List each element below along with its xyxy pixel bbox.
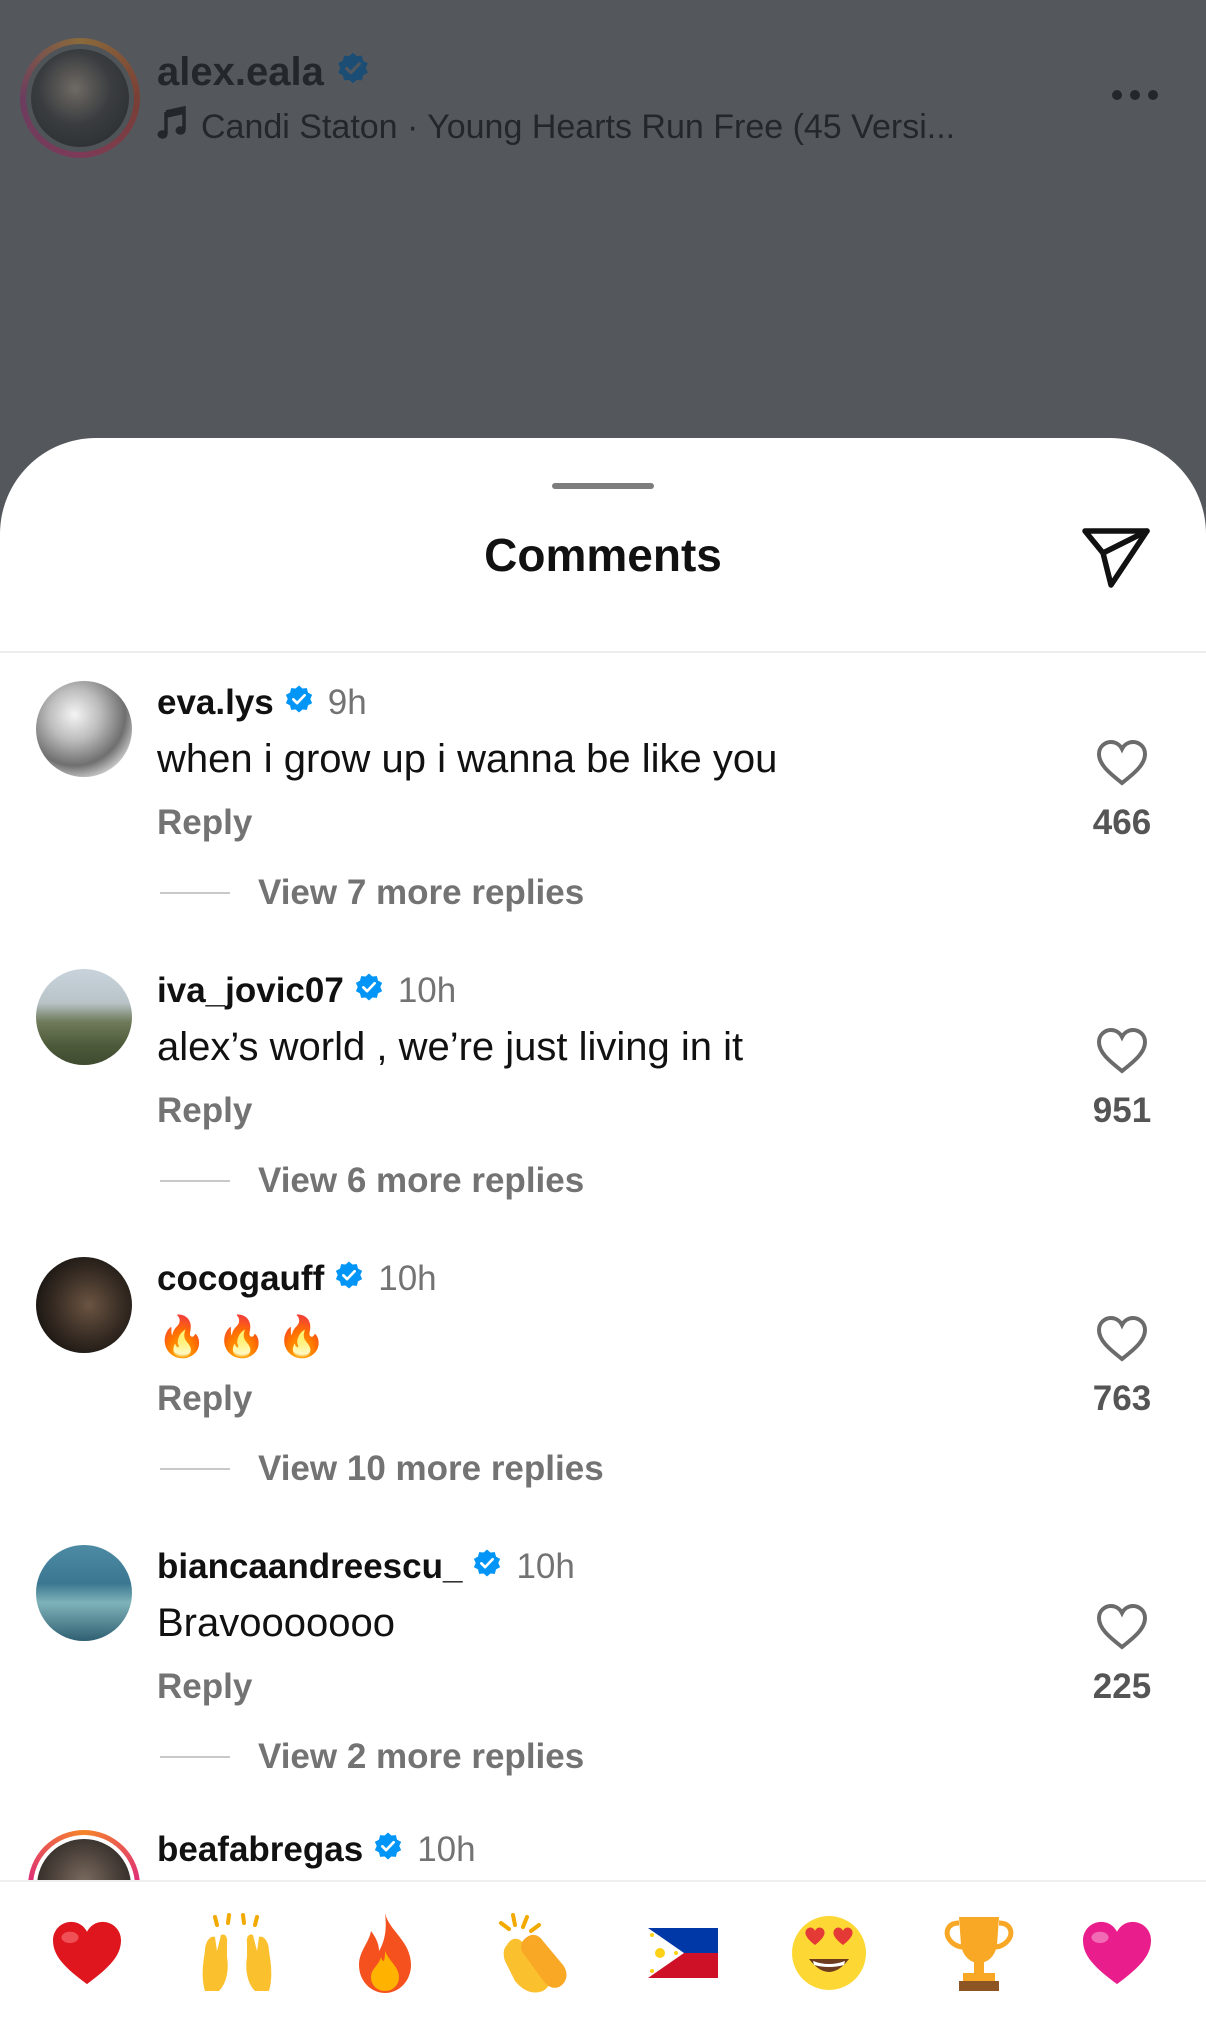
- commenter-username[interactable]: cocogauff: [157, 1259, 324, 1299]
- comment-timestamp: 10h: [378, 1259, 437, 1298]
- share-button[interactable]: [1078, 520, 1154, 596]
- view-more-replies-label: View 10 more replies: [258, 1449, 604, 1488]
- paper-plane-icon: [1082, 528, 1150, 588]
- comment-timestamp: 10h: [397, 971, 457, 1010]
- comments-sheet: Comments eva.lys 9h when i grow up i wan…: [0, 438, 1206, 2019]
- comment-item: iva_jovic07 10h alex’s world , we’re jus…: [0, 969, 1206, 1257]
- comment-header: iva_jovic07 10h: [157, 971, 456, 1011]
- commenter-username[interactable]: biancaandreescu_: [157, 1547, 462, 1587]
- verified-badge-icon: [472, 1547, 502, 1587]
- comment-text: 🔥🔥🔥: [157, 1315, 337, 1359]
- heart-eyes-face-icon[interactable]: [784, 1908, 874, 1998]
- commenter-avatar[interactable]: [36, 1257, 132, 1353]
- trophy-icon[interactable]: [934, 1908, 1024, 1998]
- post-author-username-row[interactable]: alex.eala: [157, 50, 370, 95]
- heart-icon[interactable]: [1096, 1027, 1148, 1075]
- verified-badge-icon: [373, 1830, 403, 1870]
- reply-button[interactable]: Reply: [157, 1379, 252, 1419]
- view-more-replies-button[interactable]: View 2 more replies: [160, 1737, 584, 1777]
- comment-item: eva.lys 9h when i grow up i wanna be lik…: [0, 681, 1206, 969]
- clapping-hands-icon[interactable]: [490, 1908, 580, 1998]
- replies-divider-line: [160, 1468, 230, 1470]
- comment-item: cocogauff 10h 🔥🔥🔥 Reply 763 View 10 more…: [0, 1257, 1206, 1545]
- heart-icon[interactable]: [1096, 1603, 1148, 1651]
- comment-timestamp: 10h: [516, 1547, 575, 1586]
- more-options-icon[interactable]: [1112, 80, 1170, 110]
- replies-divider-line: [160, 1756, 230, 1758]
- reply-button[interactable]: Reply: [157, 1091, 252, 1131]
- music-track-text: Candi Staton · Young Hearts Run Free (45…: [201, 108, 956, 146]
- reply-button[interactable]: Reply: [157, 1667, 252, 1707]
- sheet-title: Comments: [484, 529, 722, 581]
- sheet-divider: [0, 651, 1206, 653]
- view-more-replies-button[interactable]: View 7 more replies: [160, 873, 584, 913]
- commenter-avatar[interactable]: [36, 969, 132, 1065]
- commenter-username[interactable]: iva_jovic07: [157, 971, 344, 1011]
- heart-icon[interactable]: [1096, 1315, 1148, 1363]
- replies-divider-line: [160, 892, 230, 894]
- emoji-reaction-bar: [0, 1880, 1206, 2019]
- heart-icon[interactable]: [1096, 739, 1148, 787]
- commenter-avatar[interactable]: [36, 681, 132, 777]
- comment-timestamp: 10h: [417, 1830, 476, 1869]
- view-more-replies-label: View 6 more replies: [258, 1161, 585, 1200]
- comment-timestamp: 9h: [327, 683, 367, 722]
- verified-badge-icon: [334, 1259, 364, 1299]
- comment-text: when i grow up i wanna be like you: [157, 737, 778, 781]
- philippines-flag-icon[interactable]: [638, 1908, 728, 1998]
- like-count: 466: [1092, 803, 1152, 842]
- raising-hands-icon[interactable]: [192, 1908, 282, 1998]
- comment-header: eva.lys 9h: [157, 683, 367, 723]
- post-author-username[interactable]: alex.eala: [157, 50, 324, 95]
- sheet-grabber-handle[interactable]: [552, 483, 654, 489]
- view-more-replies-button[interactable]: View 6 more replies: [160, 1161, 584, 1201]
- comment-header: cocogauff 10h: [157, 1259, 437, 1299]
- comment-header: beafabregas 10h: [157, 1830, 476, 1870]
- view-more-replies-button[interactable]: View 10 more replies: [160, 1449, 604, 1489]
- commenter-username[interactable]: eva.lys: [157, 683, 274, 723]
- like-count: 763: [1092, 1379, 1152, 1418]
- replies-divider-line: [160, 1180, 230, 1182]
- comment-text: Bravooooooo: [157, 1601, 395, 1645]
- verified-badge-icon: [336, 50, 370, 95]
- post-music-label[interactable]: Candi Staton · Young Hearts Run Free (45…: [157, 105, 956, 149]
- verified-badge-icon: [284, 683, 314, 723]
- reply-button[interactable]: Reply: [157, 803, 252, 843]
- view-more-replies-label: View 2 more replies: [258, 1737, 585, 1776]
- like-count: 225: [1092, 1667, 1152, 1706]
- music-note-icon: [157, 105, 187, 149]
- comment-item: biancaandreescu_ 10h Bravooooooo Reply 2…: [0, 1545, 1206, 1833]
- view-more-replies-label: View 7 more replies: [258, 873, 585, 912]
- commenter-username[interactable]: beafabregas: [157, 1830, 363, 1870]
- commenter-avatar[interactable]: [36, 1545, 132, 1641]
- post-author-avatar[interactable]: [20, 38, 140, 158]
- red-heart-icon[interactable]: [42, 1908, 132, 1998]
- verified-badge-icon: [354, 971, 384, 1011]
- pink-heart-icon[interactable]: [1072, 1908, 1162, 1998]
- comment-header: biancaandreescu_ 10h: [157, 1547, 575, 1587]
- fire-icon[interactable]: [340, 1908, 430, 1998]
- post-header: alex.eala Candi Staton · Young Hearts Ru…: [0, 0, 1206, 440]
- like-count: 951: [1092, 1091, 1152, 1130]
- comment-text: alex’s world , we’re just living in it: [157, 1025, 744, 1069]
